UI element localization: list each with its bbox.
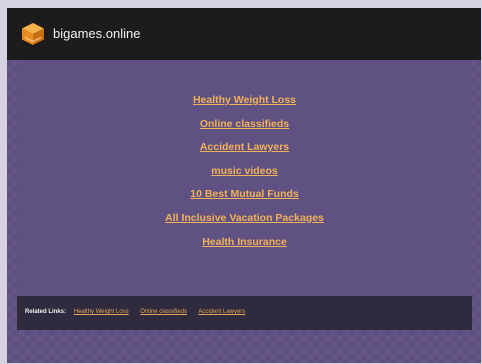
related-links-label: Related Links: — [25, 309, 67, 315]
main-link-music-videos[interactable]: music videos — [17, 164, 472, 188]
related-links-footer: Related Links: Healthy Weight Loss Onlin… — [17, 296, 472, 330]
main-link-list: Healthy Weight Loss Online classifieds A… — [17, 93, 472, 258]
header-bar: bigames.online — [7, 8, 481, 60]
related-link-accident-lawyers[interactable]: Accident Lawyers — [198, 309, 245, 315]
main-link-healthy-weight-loss[interactable]: Healthy Weight Loss — [17, 93, 472, 117]
main-link-online-classifieds[interactable]: Online classifieds — [17, 117, 472, 141]
main-content: Healthy Weight Loss Online classifieds A… — [17, 60, 472, 296]
main-link-best-mutual-funds[interactable]: 10 Best Mutual Funds — [17, 187, 472, 211]
parked-domain-page: bigames.online Healthy Weight Loss Onlin… — [7, 8, 481, 363]
orange-cube-icon[interactable] — [19, 20, 47, 48]
main-link-accident-lawyers[interactable]: Accident Lawyers — [17, 140, 472, 164]
related-link-online-classifieds[interactable]: Online classifieds — [140, 309, 187, 315]
related-link-healthy-weight-loss[interactable]: Healthy Weight Loss — [74, 309, 129, 315]
related-links-row: Related Links: Healthy Weight Loss Onlin… — [25, 308, 255, 316]
site-name[interactable]: bigames.online — [53, 26, 140, 42]
main-link-vacation-packages[interactable]: All Inclusive Vacation Packages — [17, 211, 472, 235]
main-link-health-insurance[interactable]: Health Insurance — [17, 235, 472, 259]
